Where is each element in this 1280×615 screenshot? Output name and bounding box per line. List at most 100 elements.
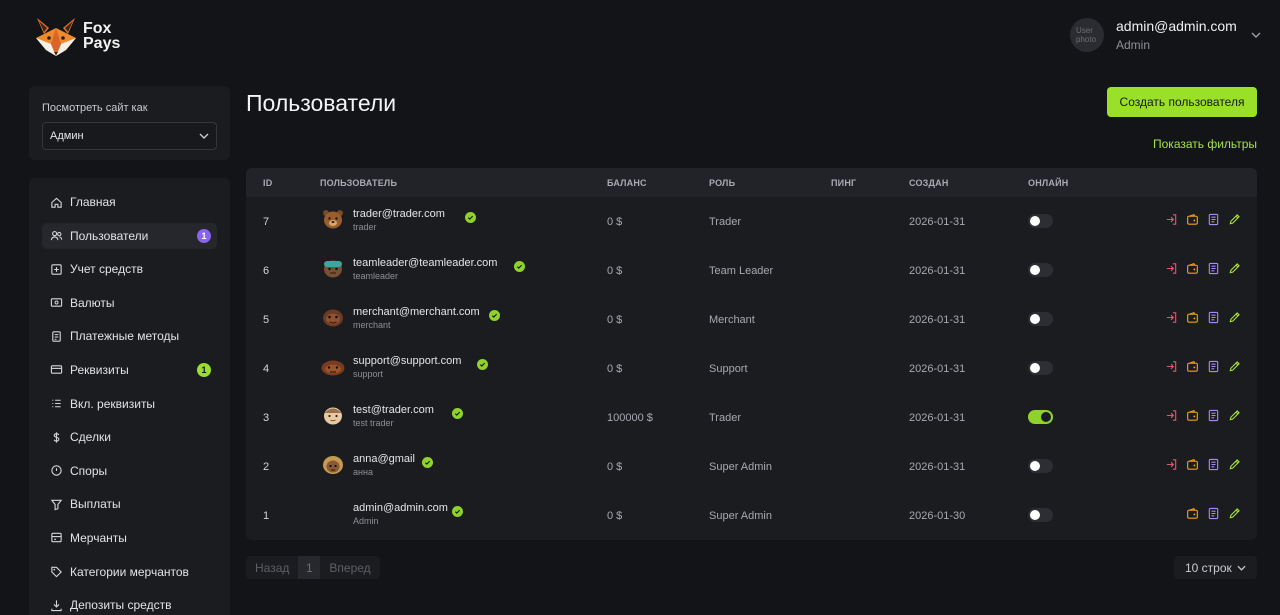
sidebar-item-home[interactable]: Главная	[42, 189, 217, 215]
sidebar-item-currencies[interactable]: Валюты	[42, 290, 217, 316]
document-icon[interactable]	[1207, 507, 1220, 520]
edit-icon[interactable]	[1228, 262, 1241, 275]
page-number[interactable]: 1	[298, 556, 321, 579]
edit-icon[interactable]	[1228, 409, 1241, 422]
table-row: 4 support@support.com support 0 $ Support 202…	[246, 344, 1257, 393]
row-id: 4	[263, 363, 270, 375]
online-toggle[interactable]	[1028, 508, 1053, 522]
sidebar-item-requisites[interactable]: Реквизиты 1	[42, 357, 217, 383]
user-role: Team Leader	[709, 265, 774, 277]
header-created: СОЗДАН	[909, 178, 949, 188]
sidebar-item-payment-methods[interactable]: Платежные методы	[42, 323, 217, 349]
payouts-icon	[49, 497, 63, 511]
user-role: Super Admin	[709, 461, 772, 473]
sidebar-item-deals[interactable]: Сделки	[42, 424, 217, 450]
deposit-icon	[49, 598, 63, 612]
user-created: 2026-01-31	[909, 412, 966, 424]
row-id: 7	[263, 216, 270, 228]
user-email: test@trader.com	[353, 404, 434, 416]
user-avatar	[321, 208, 345, 230]
online-toggle[interactable]	[1028, 410, 1053, 424]
user-role: Trader	[709, 216, 741, 228]
wallet-icon[interactable]	[1186, 262, 1199, 275]
top-header: Fox Pays User photo admin@admin.com Admin	[0, 0, 1280, 80]
document-icon[interactable]	[1207, 409, 1220, 422]
show-filters-link[interactable]: Показать фильтры	[1153, 137, 1257, 151]
wallet-icon[interactable]	[1186, 409, 1199, 422]
edit-icon[interactable]	[1228, 458, 1241, 471]
wallet-icon[interactable]	[1186, 213, 1199, 226]
row-actions	[1165, 360, 1241, 373]
logo[interactable]: Fox Pays	[34, 16, 120, 56]
sidebar-item-merchants[interactable]: Мерчанты	[42, 525, 217, 551]
wallet-icon[interactable]	[1186, 360, 1199, 373]
wallet-icon[interactable]	[1186, 507, 1199, 520]
requisites-count-badge: 1	[197, 362, 211, 377]
user-avatar	[321, 257, 345, 279]
document-icon[interactable]	[1207, 213, 1220, 226]
user-email: admin@admin.com	[353, 502, 448, 514]
table-row: 5 merchant@merchant.com merchant 0 $ Merchan…	[246, 295, 1257, 344]
chevron-down-icon	[199, 133, 209, 139]
sidebar-item-funds[interactable]: Учет средств	[42, 256, 217, 282]
login-as-icon[interactable]	[1165, 311, 1178, 324]
document-icon[interactable]	[1207, 360, 1220, 373]
edit-icon[interactable]	[1228, 507, 1241, 520]
header-balance: БАЛАНС	[607, 178, 647, 188]
toggle-knob	[1030, 363, 1040, 373]
sidebar-item-enabled-requisites[interactable]: Вкл. реквизиты	[42, 391, 217, 417]
document-icon[interactable]	[1207, 262, 1220, 275]
table-header: ID ПОЛЬЗОВАТЕЛЬ БАЛАНС РОЛЬ ПИНГ СОЗДАН …	[246, 168, 1257, 197]
online-toggle[interactable]	[1028, 312, 1053, 326]
user-created: 2026-01-30	[909, 510, 966, 522]
edit-icon[interactable]	[1228, 311, 1241, 324]
view-as-select[interactable]: Админ	[42, 122, 217, 150]
header-user: ПОЛЬЗОВАТЕЛЬ	[320, 178, 398, 188]
dispute-icon	[49, 464, 63, 478]
toggle-knob	[1030, 265, 1040, 275]
login-as-icon[interactable]	[1165, 262, 1178, 275]
online-toggle[interactable]	[1028, 214, 1053, 228]
create-user-button[interactable]: Создать пользователя	[1107, 87, 1257, 117]
login-as-icon[interactable]	[1165, 409, 1178, 422]
chevron-down-icon[interactable]	[1251, 30, 1261, 41]
login-as-icon[interactable]	[1165, 458, 1178, 471]
document-icon[interactable]	[1207, 311, 1220, 324]
user-avatar	[321, 355, 345, 377]
online-toggle[interactable]	[1028, 459, 1053, 473]
rows-per-page-select[interactable]: 10 строк	[1174, 556, 1257, 579]
merchant-icon	[49, 531, 63, 545]
sidebar-item-merchant-categories[interactable]: Категории мерчантов	[42, 559, 217, 585]
user-created: 2026-01-31	[909, 461, 966, 473]
table-body: 7 trader@trader.com trader 0 $ Trader 2026-01…	[246, 197, 1257, 540]
edit-icon[interactable]	[1228, 360, 1241, 373]
table-row: 1 admin@admin.com Admin 0 $ Super Admin 2026-…	[246, 491, 1257, 540]
online-toggle[interactable]	[1028, 361, 1053, 375]
user-role: Trader	[709, 412, 741, 424]
online-toggle[interactable]	[1028, 263, 1053, 277]
card-icon	[49, 363, 63, 377]
fox-logo-icon	[36, 18, 76, 56]
pagination: Назад 1 Вперед	[246, 556, 380, 579]
dollar-icon	[49, 430, 63, 444]
user-created: 2026-01-31	[909, 314, 966, 326]
wallet-icon[interactable]	[1186, 311, 1199, 324]
sidebar-item-disputes[interactable]: Споры	[42, 458, 217, 484]
verified-check-icon	[452, 408, 463, 419]
login-as-icon[interactable]	[1165, 213, 1178, 226]
user-menu[interactable]: User photo admin@admin.com Admin	[1070, 18, 1261, 52]
prev-page-button[interactable]: Назад	[246, 556, 298, 579]
sidebar-item-payouts[interactable]: Выплаты	[42, 491, 217, 517]
sidebar-item-deposits[interactable]: Депозиты средств	[42, 592, 217, 615]
document-icon[interactable]	[1207, 458, 1220, 471]
header-role: РОЛЬ	[709, 178, 736, 188]
row-actions	[1165, 213, 1241, 226]
edit-icon[interactable]	[1228, 213, 1241, 226]
wallet-icon[interactable]	[1186, 458, 1199, 471]
next-page-button[interactable]: Вперед	[320, 556, 379, 579]
sidebar-item-users[interactable]: Пользователи 1	[42, 222, 217, 249]
users-icon	[49, 229, 63, 243]
avatar[interactable]: User photo	[1070, 18, 1104, 52]
login-as-icon[interactable]	[1165, 360, 1178, 373]
page-title: Пользователи	[246, 90, 397, 116]
